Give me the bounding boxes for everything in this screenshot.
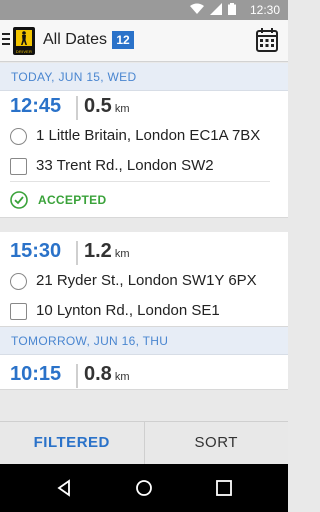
job-summary: 12:45 0.5 km	[0, 91, 288, 121]
divider	[76, 96, 78, 120]
card-gap	[0, 218, 288, 232]
pickup-person-icon	[10, 273, 27, 290]
job-status: ACCEPTED	[10, 181, 270, 217]
sort-button[interactable]: SORT	[145, 422, 289, 464]
system-nav-bar	[0, 464, 288, 512]
status-icons	[190, 3, 236, 15]
divider	[76, 241, 78, 265]
dropoff-address: 10 Lynton Rd., London SE1	[36, 302, 220, 319]
page-title[interactable]: All Dates	[43, 31, 107, 49]
section-header-tomorrow: TOMORROW, JUN 16, THU	[0, 327, 288, 355]
job-time: 15:30	[10, 240, 62, 262]
status-time: 12:30	[249, 3, 280, 17]
recents-icon[interactable]	[214, 478, 234, 498]
pickup-address: 21 Ryder St., London SW1Y 6PX	[36, 272, 257, 289]
job-distance: 0.5 km	[84, 95, 130, 117]
job-card[interactable]: 12:45 0.5 km 1 Little Britain, London EC1…	[0, 91, 288, 218]
wifi-icon	[190, 3, 204, 14]
job-summary: 10:15 0.8 km	[0, 355, 288, 389]
job-summary: 15:30 1.2 km	[0, 232, 288, 266]
check-circle-icon	[10, 191, 28, 209]
pickup-address: 1 Little Britain, London EC1A 7BX	[36, 127, 261, 144]
job-card[interactable]: 15:30 1.2 km 21 Ryder St., London SW1Y 6P…	[0, 232, 288, 327]
dropoff-address: 33 Trent Rd., London SW2	[36, 157, 214, 174]
back-icon[interactable]	[55, 478, 75, 498]
section-header-today: TODAY, JUN 15, WED	[0, 63, 288, 91]
logo-text: DRIVER	[15, 49, 33, 54]
bottom-action-bar: FILTERED SORT	[0, 421, 288, 464]
count-badge: 12	[112, 31, 134, 49]
job-distance: 0.8 km	[84, 363, 130, 385]
dropoff-map-icon	[10, 303, 27, 320]
job-time: 10:15	[10, 363, 62, 385]
home-icon[interactable]	[134, 478, 154, 498]
dropoff-row: 33 Trent Rd., London SW2	[0, 151, 288, 181]
signal-icon	[210, 3, 222, 15]
app-logo[interactable]: DRIVER	[13, 27, 35, 55]
app-bar: DRIVER All Dates 12	[0, 20, 288, 62]
menu-icon[interactable]	[2, 33, 10, 48]
calendar-icon[interactable]	[256, 28, 278, 52]
dropoff-map-icon	[10, 158, 27, 175]
divider	[76, 364, 78, 388]
pickup-person-icon	[10, 128, 27, 145]
status-bar: 12:30	[0, 0, 288, 20]
dropoff-row: 10 Lynton Rd., London SE1	[0, 296, 288, 326]
job-distance: 1.2 km	[84, 240, 130, 262]
driver-figure-icon	[21, 31, 27, 45]
job-card[interactable]: 10:15 0.8 km	[0, 355, 288, 390]
battery-icon	[228, 3, 236, 15]
filtered-button[interactable]: FILTERED	[0, 422, 144, 464]
job-time: 12:45	[10, 95, 62, 117]
status-label: ACCEPTED	[38, 193, 107, 207]
pickup-row: 21 Ryder St., London SW1Y 6PX	[0, 266, 288, 296]
pickup-row: 1 Little Britain, London EC1A 7BX	[0, 121, 288, 151]
job-list[interactable]: TODAY, JUN 15, WED 12:45 0.5 km 1 Little …	[0, 63, 288, 421]
